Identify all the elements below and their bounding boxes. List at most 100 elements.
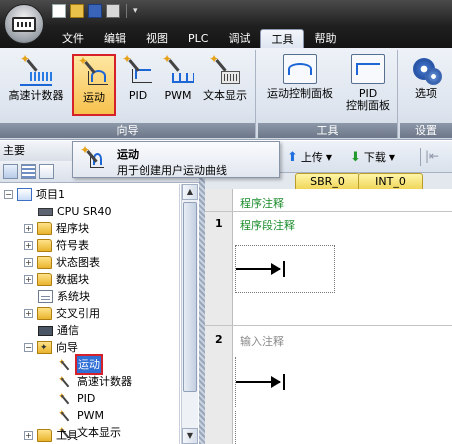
motion-wizard-button[interactable]: 运动 [72, 54, 116, 116]
options-button[interactable]: 选项 [404, 54, 448, 116]
upload-label: 上传 [300, 151, 323, 164]
menu-plc[interactable]: PLC [178, 29, 218, 48]
scroll-up-icon[interactable]: ▲ [182, 184, 198, 200]
tree-node-program-block[interactable]: + 程序块 [24, 220, 89, 237]
upload-arrow-icon: ⬆ [287, 149, 298, 165]
program-comment[interactable]: 程序注释 [240, 195, 284, 211]
menu-view[interactable]: 视图 [136, 29, 178, 48]
tree-node-wizard-pid[interactable]: PID [58, 389, 96, 407]
wizard-wand-icon [58, 389, 73, 406]
expand-icon[interactable]: + [24, 275, 33, 284]
pwm-wizard-button[interactable]: PWM [160, 52, 196, 116]
menu-debug[interactable]: 调试 [218, 29, 260, 48]
network-comment[interactable]: 输入注释 [240, 333, 284, 349]
download-button[interactable]: ⬇ 下载 ▼ [350, 149, 395, 165]
folder-icon [37, 222, 52, 235]
text-display-wizard-button[interactable]: 文本显示 [198, 52, 252, 116]
expand-icon[interactable]: + [24, 431, 33, 440]
print-icon[interactable] [106, 4, 120, 18]
expand-icon[interactable]: + [24, 224, 33, 233]
tree-node-project[interactable]: − 项目1 [4, 186, 65, 203]
motion-control-panel-label: 运动控制面板 [267, 87, 333, 100]
motion-wizard-icon [80, 143, 106, 171]
tree-node-wizards[interactable]: − 向导 [24, 339, 78, 357]
expand-icon[interactable]: + [24, 258, 33, 267]
wizard-group-label: 向导 [0, 123, 255, 138]
list-view-icon[interactable] [21, 164, 36, 179]
tree-node-wizard-high-speed-counter[interactable]: 高速计数器 [58, 372, 132, 390]
tree-node-wizard-pwm[interactable]: PWM [58, 406, 104, 424]
tree-node-label: 程序块 [56, 222, 89, 235]
open-folder-icon[interactable] [70, 4, 84, 18]
gears-icon [411, 54, 442, 85]
scroll-thumb[interactable] [183, 202, 197, 392]
rung-arrow-icon [271, 263, 281, 275]
collapse-icon[interactable]: − [4, 190, 13, 199]
view-icon[interactable] [3, 164, 18, 179]
tree-node-tools[interactable]: + 工具 [24, 427, 78, 444]
chevron-down-icon[interactable]: ▼ [389, 153, 395, 162]
system-block-icon [38, 290, 53, 303]
menu-help[interactable]: 帮助 [304, 29, 346, 48]
menu-bar: 文件 编辑 视图 PLC 调试 工具 帮助 [52, 29, 346, 48]
qat-separator [126, 4, 127, 18]
tree-node-cross-reference[interactable]: + 交叉引用 [24, 305, 100, 322]
pwm-wizard-icon [162, 52, 194, 86]
scroll-down-icon[interactable]: ▼ [182, 428, 198, 444]
pid-wizard-button[interactable]: PID [120, 52, 156, 116]
app-menu-button[interactable] [4, 4, 44, 44]
tree-scrollbar[interactable]: ▲ ▼ [181, 184, 198, 444]
tree-node-label: 文本显示 [77, 426, 121, 439]
menu-file[interactable]: 文件 [52, 29, 94, 48]
grid-view-icon[interactable] [39, 164, 54, 179]
network-number: 2 [215, 333, 223, 346]
plc-chip-icon [12, 16, 36, 32]
upload-button[interactable]: ⬆ 上传 ▼ [287, 149, 332, 165]
project-tree: − 项目1 CPU SR40 + 程序块 + 符号表 + 状态图表 + 数据块 … [0, 184, 180, 444]
tooltip-title: 运动 [117, 148, 139, 161]
motion-control-panel-button[interactable]: 运动控制面板 [262, 54, 338, 116]
pid-wizard-icon [122, 52, 154, 86]
tree-node-communication[interactable]: 通信 [38, 322, 79, 339]
tree-node-status-chart[interactable]: + 状态图表 [24, 254, 100, 271]
quick-access-toolbar: ▾ [52, 4, 143, 18]
tab-sbr-0[interactable]: SBR_0 [295, 173, 360, 189]
chevron-down-icon[interactable]: ▼ [326, 153, 332, 162]
network-comment[interactable]: 程序段注释 [240, 217, 295, 233]
tree-node-label: 工具 [56, 429, 78, 442]
expand-icon[interactable]: + [24, 309, 33, 318]
tree-node-label: 向导 [56, 341, 78, 354]
ladder-editor[interactable]: 程序注释 1 程序段注释 2 输入注释 [205, 189, 452, 444]
motion-tooltip: 运动 用于创建用户运动曲线 [72, 141, 280, 178]
tree-node-cpu[interactable]: CPU SR40 [38, 203, 111, 220]
tree-node-label: 数据块 [56, 273, 89, 286]
pid-control-panel-button[interactable]: PID 控制面板 [342, 54, 394, 116]
new-file-icon[interactable] [52, 4, 66, 18]
tree-node-label: PID [77, 392, 96, 405]
qat-dropdown-icon[interactable]: ▾ [133, 6, 143, 16]
network-number: 1 [215, 217, 223, 230]
collapse-icon[interactable]: − [24, 343, 33, 352]
high-speed-counter-label: 高速计数器 [8, 89, 64, 102]
network-divider [205, 325, 452, 326]
tree-node-data-block[interactable]: + 数据块 [24, 271, 89, 288]
high-speed-counter-button[interactable]: 高速计数器 [4, 52, 68, 116]
text-display-icon [209, 52, 241, 86]
tree-node-system-block[interactable]: 系统块 [38, 288, 90, 305]
tree-node-symbol-table[interactable]: + 符号表 [24, 237, 89, 254]
save-icon[interactable] [88, 4, 102, 18]
expand-icon[interactable]: + [24, 241, 33, 250]
ribbon-group-tools: 运动控制面板 PID 控制面板 工具 [258, 50, 398, 138]
menu-edit[interactable]: 编辑 [94, 29, 136, 48]
tree-node-wizard-motion[interactable]: 运动 [58, 354, 103, 375]
rung-end-bar [283, 374, 285, 390]
tab-int-0[interactable]: INT_0 [358, 173, 423, 189]
toolbar-separator [420, 148, 421, 166]
title-bar: ▾ 文件 编辑 视图 PLC 调试 工具 帮助 [0, 0, 452, 48]
settings-group-label: 设置 [400, 123, 452, 138]
tree-node-label: 状态图表 [56, 256, 100, 269]
ribbon: 高速计数器 运动 PID PWM 文本显示 向导 运动控制面板 PID 控制面板 [0, 48, 452, 140]
more-tools-icon[interactable]: |⇤ [425, 149, 439, 163]
tree-node-label: 符号表 [56, 239, 89, 252]
menu-tools[interactable]: 工具 [260, 29, 305, 48]
